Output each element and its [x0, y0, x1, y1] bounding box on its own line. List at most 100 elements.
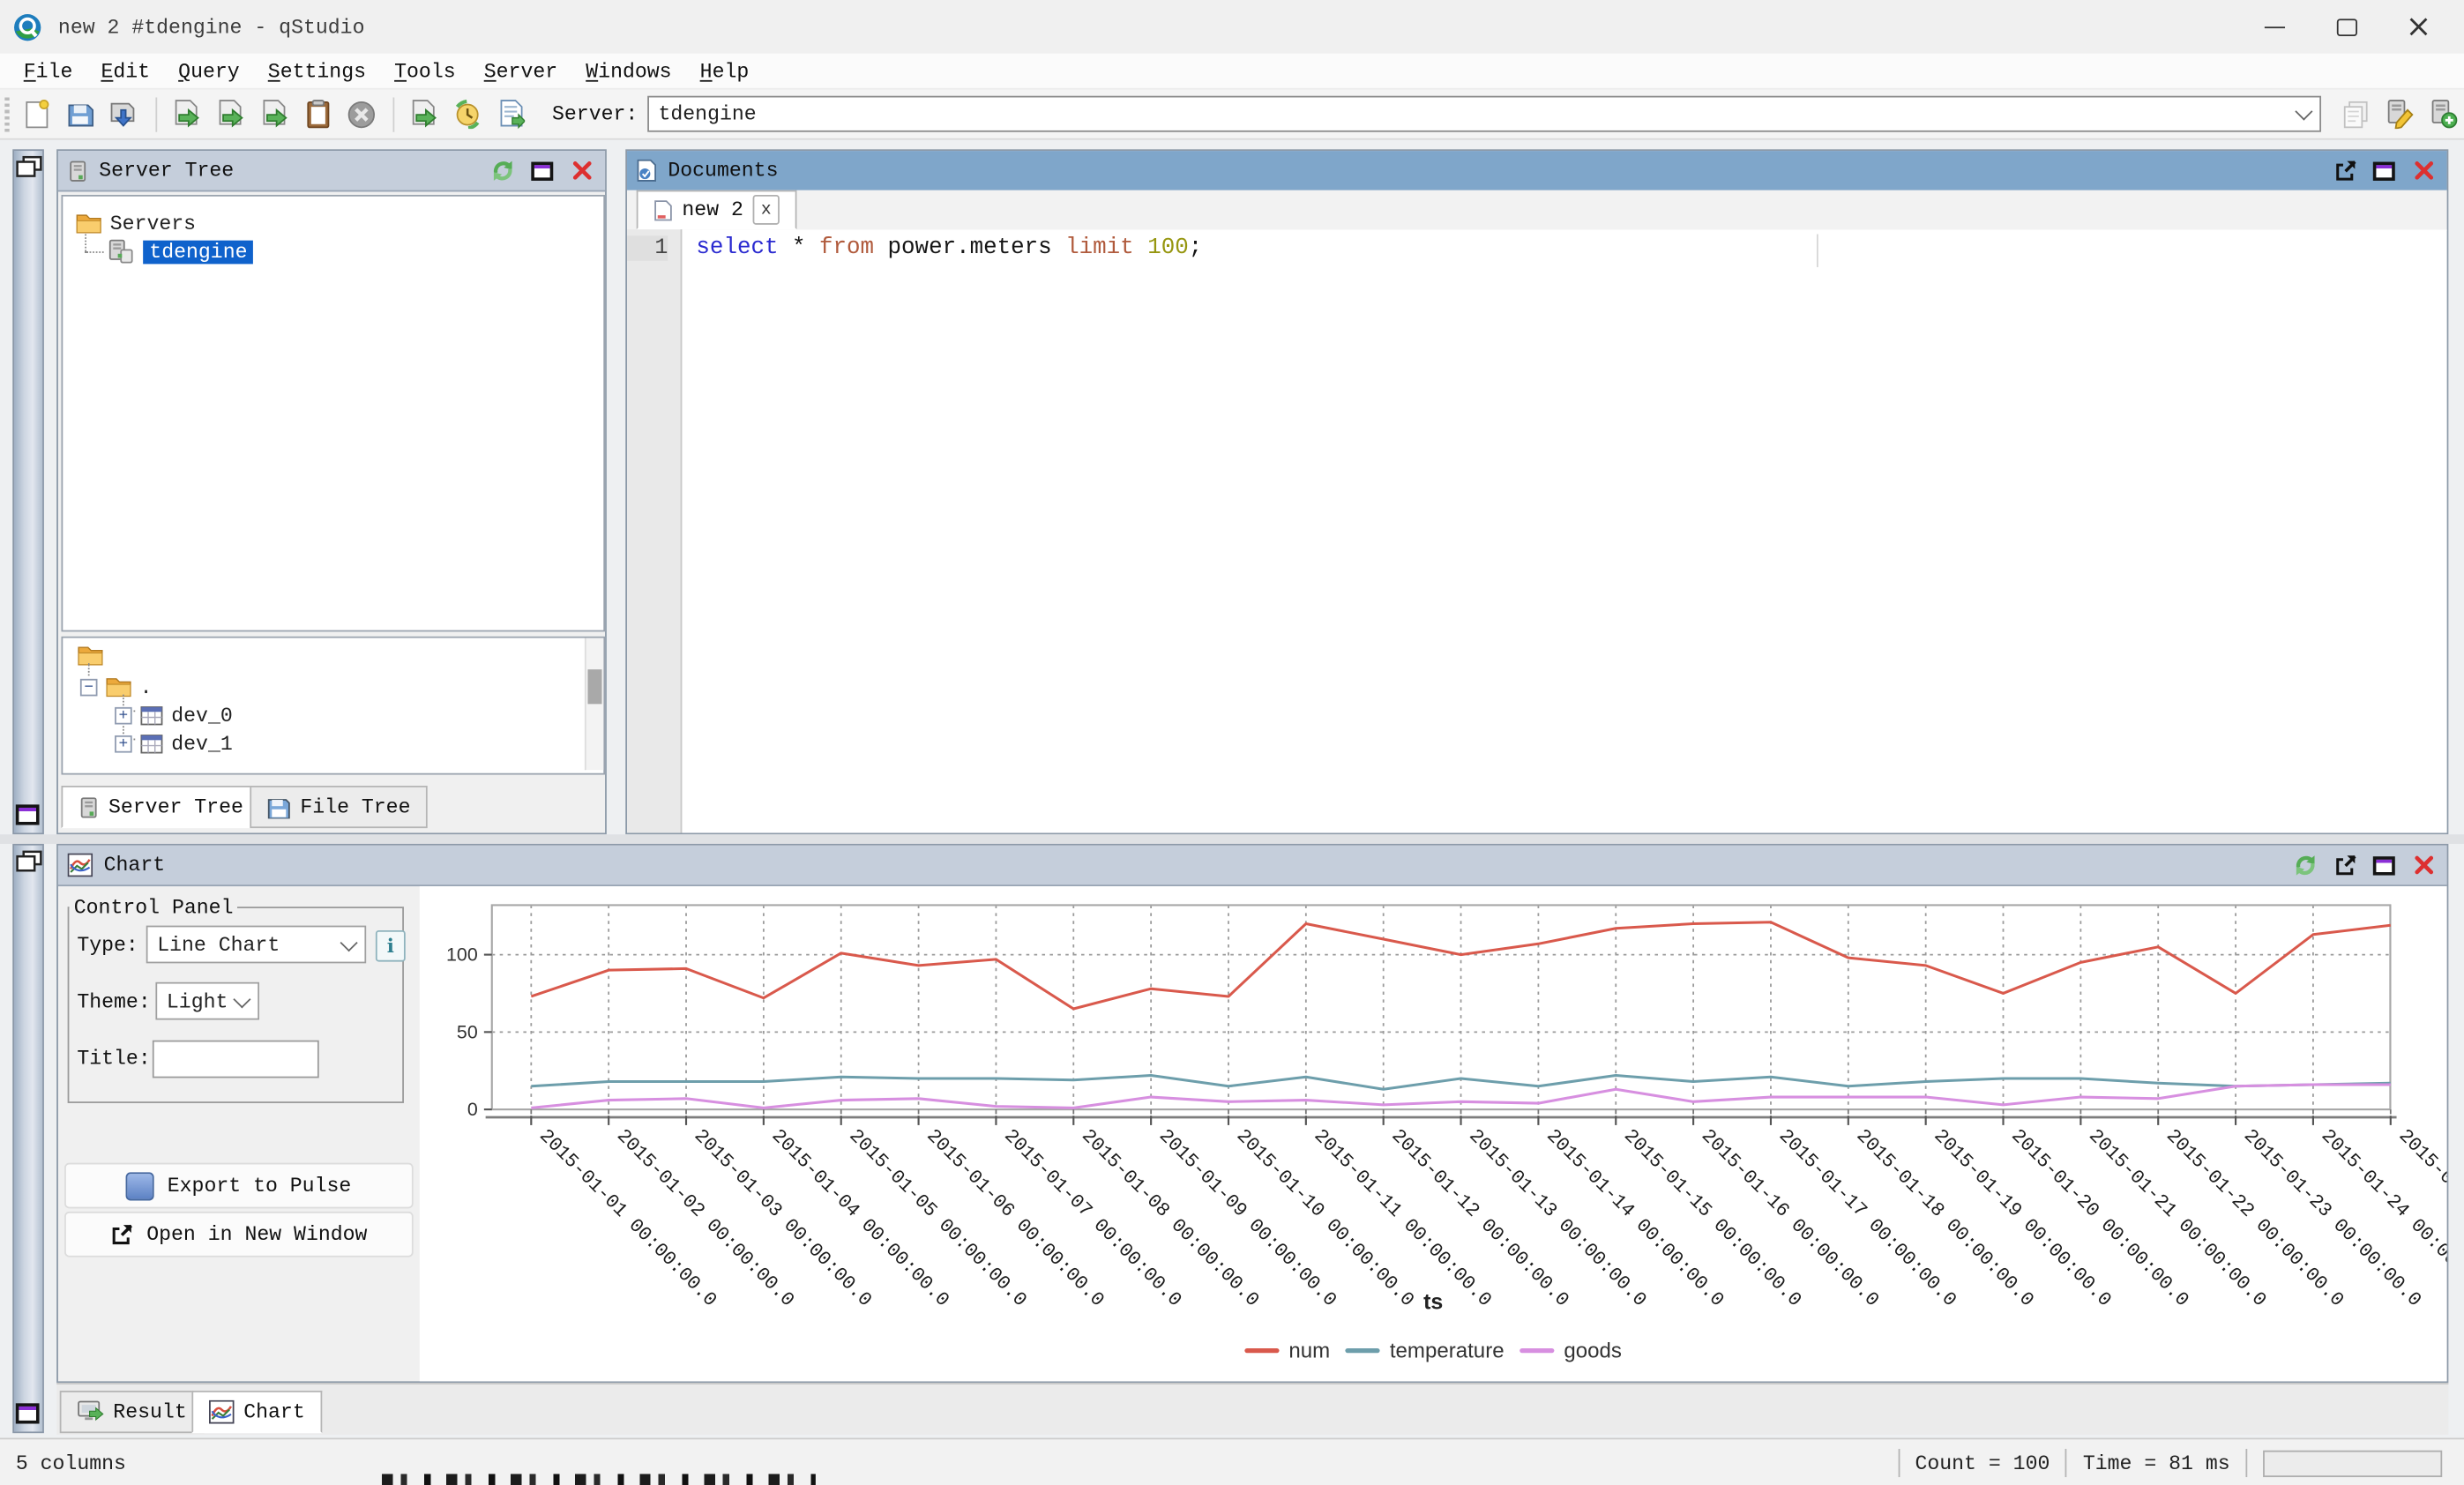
server-combobox[interactable]: tdengine — [647, 96, 2321, 132]
close-button[interactable] — [2383, 4, 2455, 50]
execute-line-icon[interactable] — [213, 95, 250, 133]
menu-item-query[interactable]: Query — [164, 57, 254, 84]
chevron-down-icon — [2296, 102, 2313, 120]
tab-file-tree[interactable]: File Tree — [250, 786, 428, 828]
toolbar-separator — [155, 97, 157, 131]
popout-icon[interactable] — [2331, 158, 2359, 183]
tree-node-root-folder[interactable] — [77, 641, 103, 669]
scrollbar-thumb[interactable] — [587, 669, 601, 704]
new-document-icon[interactable] — [19, 95, 56, 133]
scrollbar-track[interactable] — [585, 638, 603, 770]
save-icon[interactable] — [62, 95, 99, 133]
expand-icon[interactable]: + — [115, 735, 132, 752]
chevron-down-icon — [340, 933, 358, 951]
popout-icon[interactable] — [2331, 853, 2359, 878]
new-script-icon[interactable] — [493, 95, 530, 133]
tree-node-dot-folder[interactable]: − . — [80, 673, 153, 701]
tab-result[interactable]: Result — [60, 1391, 205, 1433]
tab-chart[interactable]: Chart — [191, 1391, 322, 1433]
legend-label: temperature — [1390, 1339, 1505, 1362]
chart-type-combobox[interactable]: Line Chart — [146, 926, 366, 964]
tree-node-label: Servers — [110, 212, 196, 235]
refresh-timer-icon[interactable] — [450, 95, 487, 133]
execute-selection-icon[interactable] — [256, 95, 293, 133]
menu-item-tools[interactable]: Tools — [380, 57, 470, 84]
progress-bar — [2263, 1450, 2442, 1476]
toolbar-grip[interactable] — [4, 97, 9, 131]
stacked-windows-icon[interactable] — [15, 155, 41, 177]
chart-plot-area: 0501002015-01-01 00:00:00.02015-01-02 00… — [420, 886, 2447, 1381]
tree-node-dev1[interactable]: + dev_1 — [115, 729, 233, 757]
stop-icon[interactable] — [342, 95, 379, 133]
menu-item-server[interactable]: Server — [470, 57, 572, 84]
theme-label: Theme: — [77, 990, 150, 1014]
collapse-icon[interactable]: − — [80, 678, 98, 696]
button-label: Open in New Window — [146, 1222, 367, 1246]
close-panel-icon[interactable] — [2409, 158, 2438, 183]
copy-documents-icon[interactable] — [2337, 95, 2374, 133]
tree-node-tdengine[interactable]: tdengine — [107, 237, 253, 265]
tree-node-dev0[interactable]: + dev_0 — [115, 701, 233, 729]
folder-icon — [105, 675, 131, 698]
server-icon — [68, 160, 88, 182]
sql-code-line: select * from power.meters limit 100; — [696, 235, 1202, 261]
x-axis-title: ts — [420, 1288, 2447, 1314]
refresh-icon[interactable] — [2291, 853, 2319, 878]
maximize-button[interactable] — [2311, 4, 2383, 50]
tab-close-button[interactable]: x — [753, 195, 780, 225]
tree-node-label-selected: tdengine — [143, 240, 253, 264]
minimize-button[interactable] — [2238, 4, 2311, 50]
close-panel-icon[interactable] — [2409, 853, 2438, 878]
title-label: Title: — [77, 1047, 150, 1071]
legend-item-num[interactable]: num — [1244, 1339, 1330, 1362]
close-icon — [2409, 18, 2428, 36]
status-columns: 5 columns — [16, 1451, 126, 1475]
menu-item-edit[interactable]: Edit — [86, 57, 164, 84]
export-to-pulse-button[interactable]: Export to Pulse — [64, 1163, 414, 1209]
maximize-panel-icon[interactable] — [2370, 853, 2398, 878]
title-input[interactable] — [153, 1041, 319, 1078]
server-tree-view: Servers tdengine — [61, 195, 605, 631]
menu-item-settings[interactable]: Settings — [254, 57, 380, 84]
tab-server-tree[interactable]: Server Tree — [61, 786, 260, 828]
save-as-icon[interactable] — [106, 95, 143, 133]
tree-node-servers[interactable]: Servers — [76, 209, 197, 237]
refresh-icon[interactable] — [489, 158, 517, 183]
svg-text:50: 50 — [457, 1021, 478, 1042]
panel-title: Server Tree — [99, 159, 477, 183]
open-in-new-window-button[interactable]: Open in New Window — [64, 1212, 414, 1257]
info-button[interactable]: i — [376, 930, 406, 962]
stacked-windows-icon[interactable] — [15, 850, 41, 872]
horizontal-splitter[interactable] — [0, 834, 2464, 844]
close-panel-icon[interactable] — [567, 158, 595, 183]
execute-query-icon[interactable] — [169, 95, 206, 133]
floppy-disk-icon — [267, 796, 291, 818]
maximize-panel-icon[interactable] — [2370, 158, 2398, 183]
title-bar: new 2 #tdengine - qStudio — [0, 0, 2464, 55]
theme-value: Light — [167, 989, 235, 1013]
add-server-icon[interactable] — [2424, 95, 2461, 133]
legend-item-temperature[interactable]: temperature — [1346, 1339, 1505, 1362]
code-editor[interactable]: 1 select * from power.meters limit 100; — [627, 229, 2447, 832]
menu-item-file[interactable]: File — [10, 57, 87, 84]
tab-label: Chart — [243, 1400, 305, 1424]
chevron-down-icon — [233, 989, 250, 1007]
paste-icon[interactable] — [299, 95, 336, 133]
menu-item-help[interactable]: Help — [686, 57, 764, 84]
maximize-panel-icon[interactable] — [528, 158, 556, 183]
application-window: new 2 #tdengine - qStudio FileEditQueryS… — [0, 0, 2464, 1485]
menu-item-windows[interactable]: Windows — [571, 57, 685, 84]
legend-item-goods[interactable]: goods — [1519, 1339, 1621, 1362]
theme-combobox[interactable]: Light — [155, 982, 259, 1020]
send-query-icon[interactable] — [407, 95, 444, 133]
server-icon — [107, 239, 135, 265]
restore-window-icon[interactable] — [16, 1403, 40, 1423]
menu-bar: FileEditQuerySettingsToolsServerWindowsH… — [0, 54, 2464, 90]
result-chart-tab-strip: Result Chart — [56, 1383, 2448, 1435]
restore-window-icon[interactable] — [16, 804, 40, 825]
status-bar: 5 columns Count = 100 Time = 81 ms — [0, 1438, 2464, 1485]
expand-icon[interactable]: + — [115, 706, 132, 724]
document-icon — [637, 159, 657, 183]
tab-new-2[interactable]: new 2 x — [637, 190, 797, 230]
edit-server-icon[interactable] — [2380, 95, 2417, 133]
